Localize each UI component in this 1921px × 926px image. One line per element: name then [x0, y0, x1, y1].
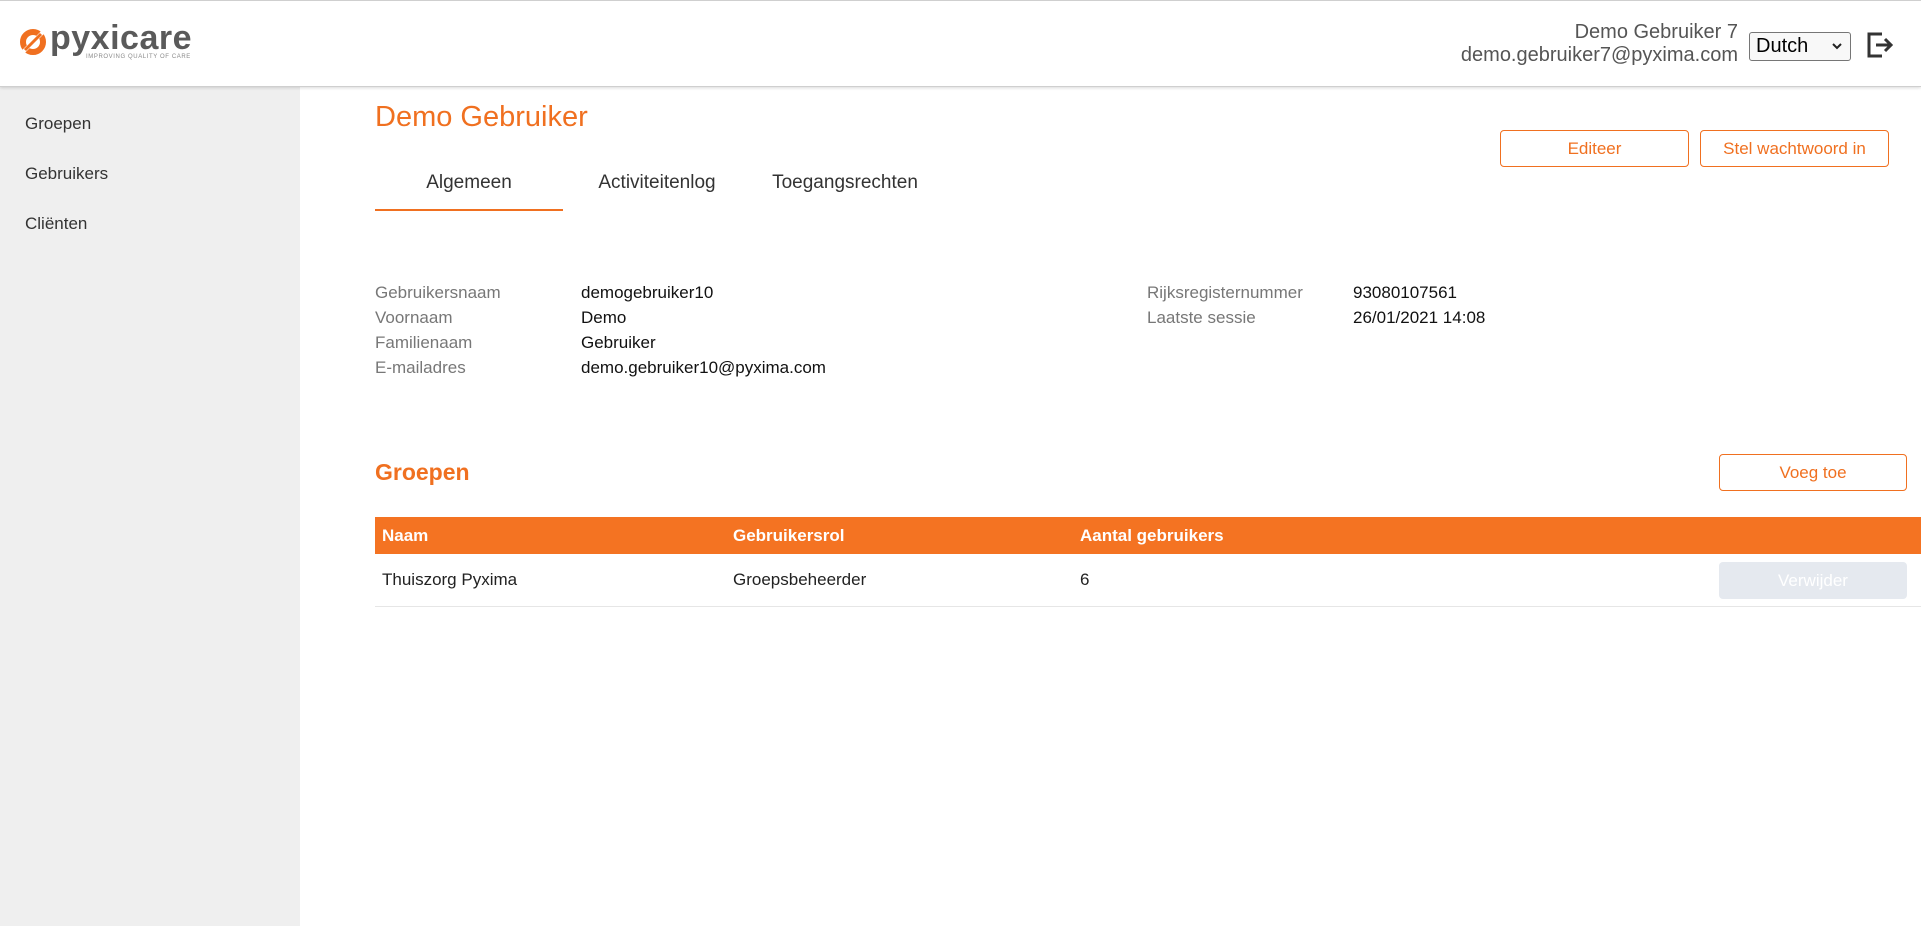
- column-header-aantal-gebruikers[interactable]: Aantal gebruikers: [1073, 526, 1712, 546]
- delete-button[interactable]: Verwijder: [1719, 562, 1907, 599]
- sidebar-item-gebruikers[interactable]: Gebruikers: [0, 149, 300, 199]
- add-group-button[interactable]: Voeg toe: [1719, 454, 1907, 491]
- pyxicare-logo-icon: [20, 28, 46, 55]
- info-label: Familienaam: [375, 332, 473, 352]
- cell-role: Groepsbeheerder: [733, 570, 867, 589]
- user-info: Demo Gebruiker 7 demo.gebruiker7@pyxima.…: [1461, 21, 1738, 67]
- info-label: Rijksregisternummer: [1147, 282, 1303, 302]
- logo-name: pyxicare: [50, 19, 192, 57]
- edit-button[interactable]: Editeer: [1500, 130, 1689, 167]
- tab-toegangsrechten[interactable]: Toegangsrechten: [751, 172, 939, 204]
- groups-table: Naam Gebruikersrol Aantal gebruikers Thu…: [375, 517, 1921, 607]
- tab-activiteitenlog[interactable]: Activiteitenlog: [563, 172, 751, 204]
- info-value: demo.gebruiker10@pyxima.com: [581, 357, 826, 377]
- language-select[interactable]: Dutch: [1749, 32, 1851, 61]
- page-title: Demo Gebruiker: [375, 101, 588, 133]
- tab-bar: Algemeen Activiteitenlog Toegangsrechten: [375, 172, 939, 211]
- language-value: Dutch: [1756, 35, 1809, 57]
- info-row-national-number: Rijksregisternummer 93080107561: [1147, 280, 1485, 305]
- info-value: 93080107561: [1353, 282, 1458, 302]
- info-label: Laatste sessie: [1147, 307, 1256, 327]
- info-label: Gebruikersnaam: [375, 282, 501, 302]
- sidebar-item-clienten[interactable]: Cliënten: [0, 199, 300, 249]
- info-row-last-session: Laatste sessie 26/01/2021 14:08: [1147, 305, 1485, 330]
- chevron-down-icon: [1832, 43, 1842, 50]
- user-email: demo.gebruiker7@pyxima.com: [1460, 44, 1738, 66]
- info-label: E-mailadres: [375, 357, 466, 377]
- pyxicare-logo[interactable]: pyxicare IMPROVING QUALITY OF CARE: [18, 19, 192, 60]
- info-value: Demo: [581, 307, 627, 327]
- column-header-gebruikersrol[interactable]: Gebruikersrol: [726, 526, 1073, 546]
- set-password-button[interactable]: Stel wachtwoord in: [1700, 130, 1889, 167]
- cell-actions: Verwijder: [1712, 554, 1921, 606]
- info-value: Gebruiker: [581, 332, 656, 352]
- column-header-actions: [1712, 517, 1921, 554]
- logo-tagline: IMPROVING QUALITY OF CARE: [86, 54, 191, 60]
- user-name: Demo Gebruiker 7: [1574, 21, 1738, 43]
- column-header-naam[interactable]: Naam: [375, 526, 726, 546]
- info-value: demogebruiker10: [581, 282, 714, 302]
- table-row[interactable]: Thuiszorg Pyxima Groepsbeheerder 6 Verwi…: [375, 554, 1921, 607]
- tab-algemeen[interactable]: Algemeen: [375, 172, 563, 211]
- info-row-email: E-mailadres demo.gebruiker10@pyxima.com: [375, 355, 826, 380]
- user-details-right: Rijksregisternummer 93080107561 Laatste …: [1147, 280, 1485, 330]
- cell-count: 6: [1080, 570, 1090, 589]
- groups-section-title: Groepen: [375, 459, 470, 485]
- sidebar: Groepen Gebruikers Cliënten: [0, 87, 300, 926]
- logout-icon[interactable]: [1865, 31, 1895, 59]
- top-header: pyxicare IMPROVING QUALITY OF CARE Demo …: [0, 0, 1921, 87]
- info-row-lastname: Familienaam Gebruiker: [375, 330, 826, 355]
- main-content: Demo Gebruiker Editeer Stel wachtwoord i…: [375, 87, 1921, 926]
- cell-name: Thuiszorg Pyxima: [382, 570, 518, 589]
- info-row-username: Gebruikersnaam demogebruiker10: [375, 280, 826, 305]
- info-value: 26/01/2021 14:08: [1353, 307, 1486, 327]
- info-label: Voornaam: [375, 307, 453, 327]
- sidebar-item-groepen[interactable]: Groepen: [0, 99, 300, 149]
- info-row-firstname: Voornaam Demo: [375, 305, 826, 330]
- table-header: Naam Gebruikersrol Aantal gebruikers: [375, 517, 1921, 554]
- user-details-left: Gebruikersnaam demogebruiker10 Voornaam …: [375, 280, 826, 380]
